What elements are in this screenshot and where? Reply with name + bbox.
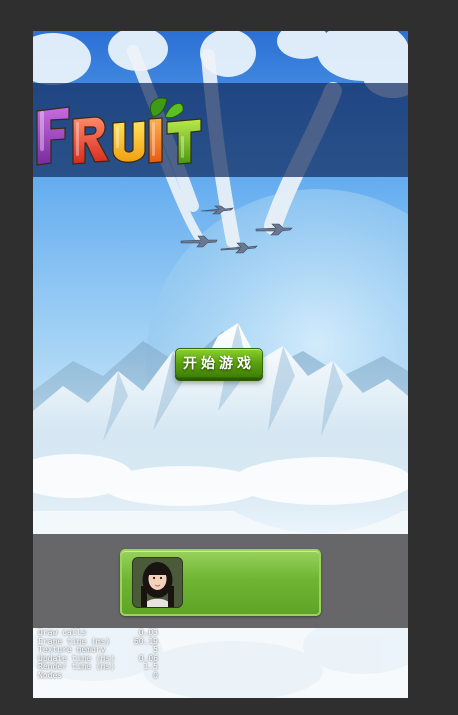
fruit-logo bbox=[33, 89, 208, 175]
avatar-portrait bbox=[133, 558, 182, 607]
player-card[interactable] bbox=[120, 549, 321, 616]
debug-stats: Draw calls 0.03 Frame time (ms) 60.19 Text… bbox=[38, 628, 158, 681]
stat-value: 0 bbox=[153, 670, 158, 680]
leaf-icon bbox=[149, 97, 184, 119]
game-canvas[interactable]: 开始游戏 Draw calls 0.03 Frame time (ms) 60.19… bbox=[33, 31, 408, 698]
player-avatar[interactable] bbox=[132, 557, 183, 608]
fruit-logo-art bbox=[36, 97, 202, 166]
stat-label: Nodes bbox=[38, 670, 63, 680]
stat-row: Nodes 0 bbox=[38, 670, 158, 681]
start-game-button[interactable]: 开始游戏 bbox=[175, 348, 263, 378]
